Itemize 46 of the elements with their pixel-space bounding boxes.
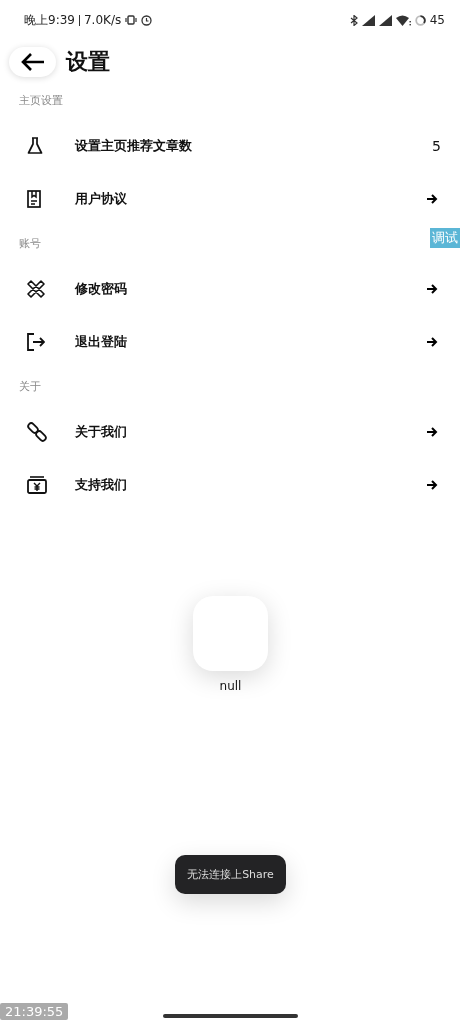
status-divider (78, 14, 80, 26)
back-button[interactable] (9, 47, 56, 77)
link-icon (27, 422, 47, 442)
section-heading: 账号 (18, 236, 41, 252)
back-arrow-icon (20, 53, 45, 71)
alarm-icon (141, 14, 153, 26)
row-value: 5 (432, 138, 441, 154)
wifi-icon (395, 14, 411, 26)
document-icon (27, 190, 41, 208)
bandage-icon (27, 280, 45, 298)
row-label: 修改密码 (75, 280, 128, 298)
settings-row[interactable]: 支持我们 (0, 465, 461, 505)
row-label: 支持我们 (75, 476, 128, 494)
toast-message: 无法连接上Share (175, 855, 286, 894)
page-title: 设置 (66, 48, 110, 76)
vibrate-icon (125, 15, 138, 25)
battery-icon (414, 14, 426, 26)
arrow-right-icon (427, 480, 438, 490)
row-label: 用户协议 (75, 190, 128, 208)
settings-row[interactable]: 退出登陆 (0, 322, 461, 362)
status-time: 晚上9:39 (24, 11, 75, 29)
app-tile[interactable] (193, 596, 268, 671)
logout-icon (27, 333, 45, 351)
flask-icon (27, 137, 43, 155)
settings-row[interactable]: 修改密码 (0, 269, 461, 309)
yen-wallet-icon (27, 476, 47, 494)
section-heading: 主页设置 (18, 93, 63, 109)
section-heading: 关于 (18, 379, 41, 395)
arrow-right-icon (427, 194, 438, 204)
network-speed: 7.0K/s (83, 13, 122, 27)
row-label: 设置主页推荐文章数 (75, 137, 193, 155)
timestamp: 21:39:55 (0, 1003, 69, 1020)
settings-row[interactable]: 关于我们 (0, 412, 461, 452)
row-label: 退出登陆 (75, 333, 128, 351)
settings-row[interactable]: 用户协议 (0, 179, 461, 219)
home-indicator[interactable] (163, 1014, 298, 1018)
row-label: 关于我们 (75, 423, 128, 441)
battery-level: 45 (429, 13, 445, 27)
app-label: null (219, 679, 242, 693)
bluetooth-icon (349, 14, 358, 26)
arrow-right-icon (427, 284, 438, 294)
arrow-right-icon (427, 337, 438, 347)
signal-icon (361, 14, 375, 26)
arrow-right-icon (427, 427, 438, 437)
settings-row[interactable]: 设置主页推荐文章数 5 (0, 126, 461, 166)
signal-icon (378, 14, 392, 26)
